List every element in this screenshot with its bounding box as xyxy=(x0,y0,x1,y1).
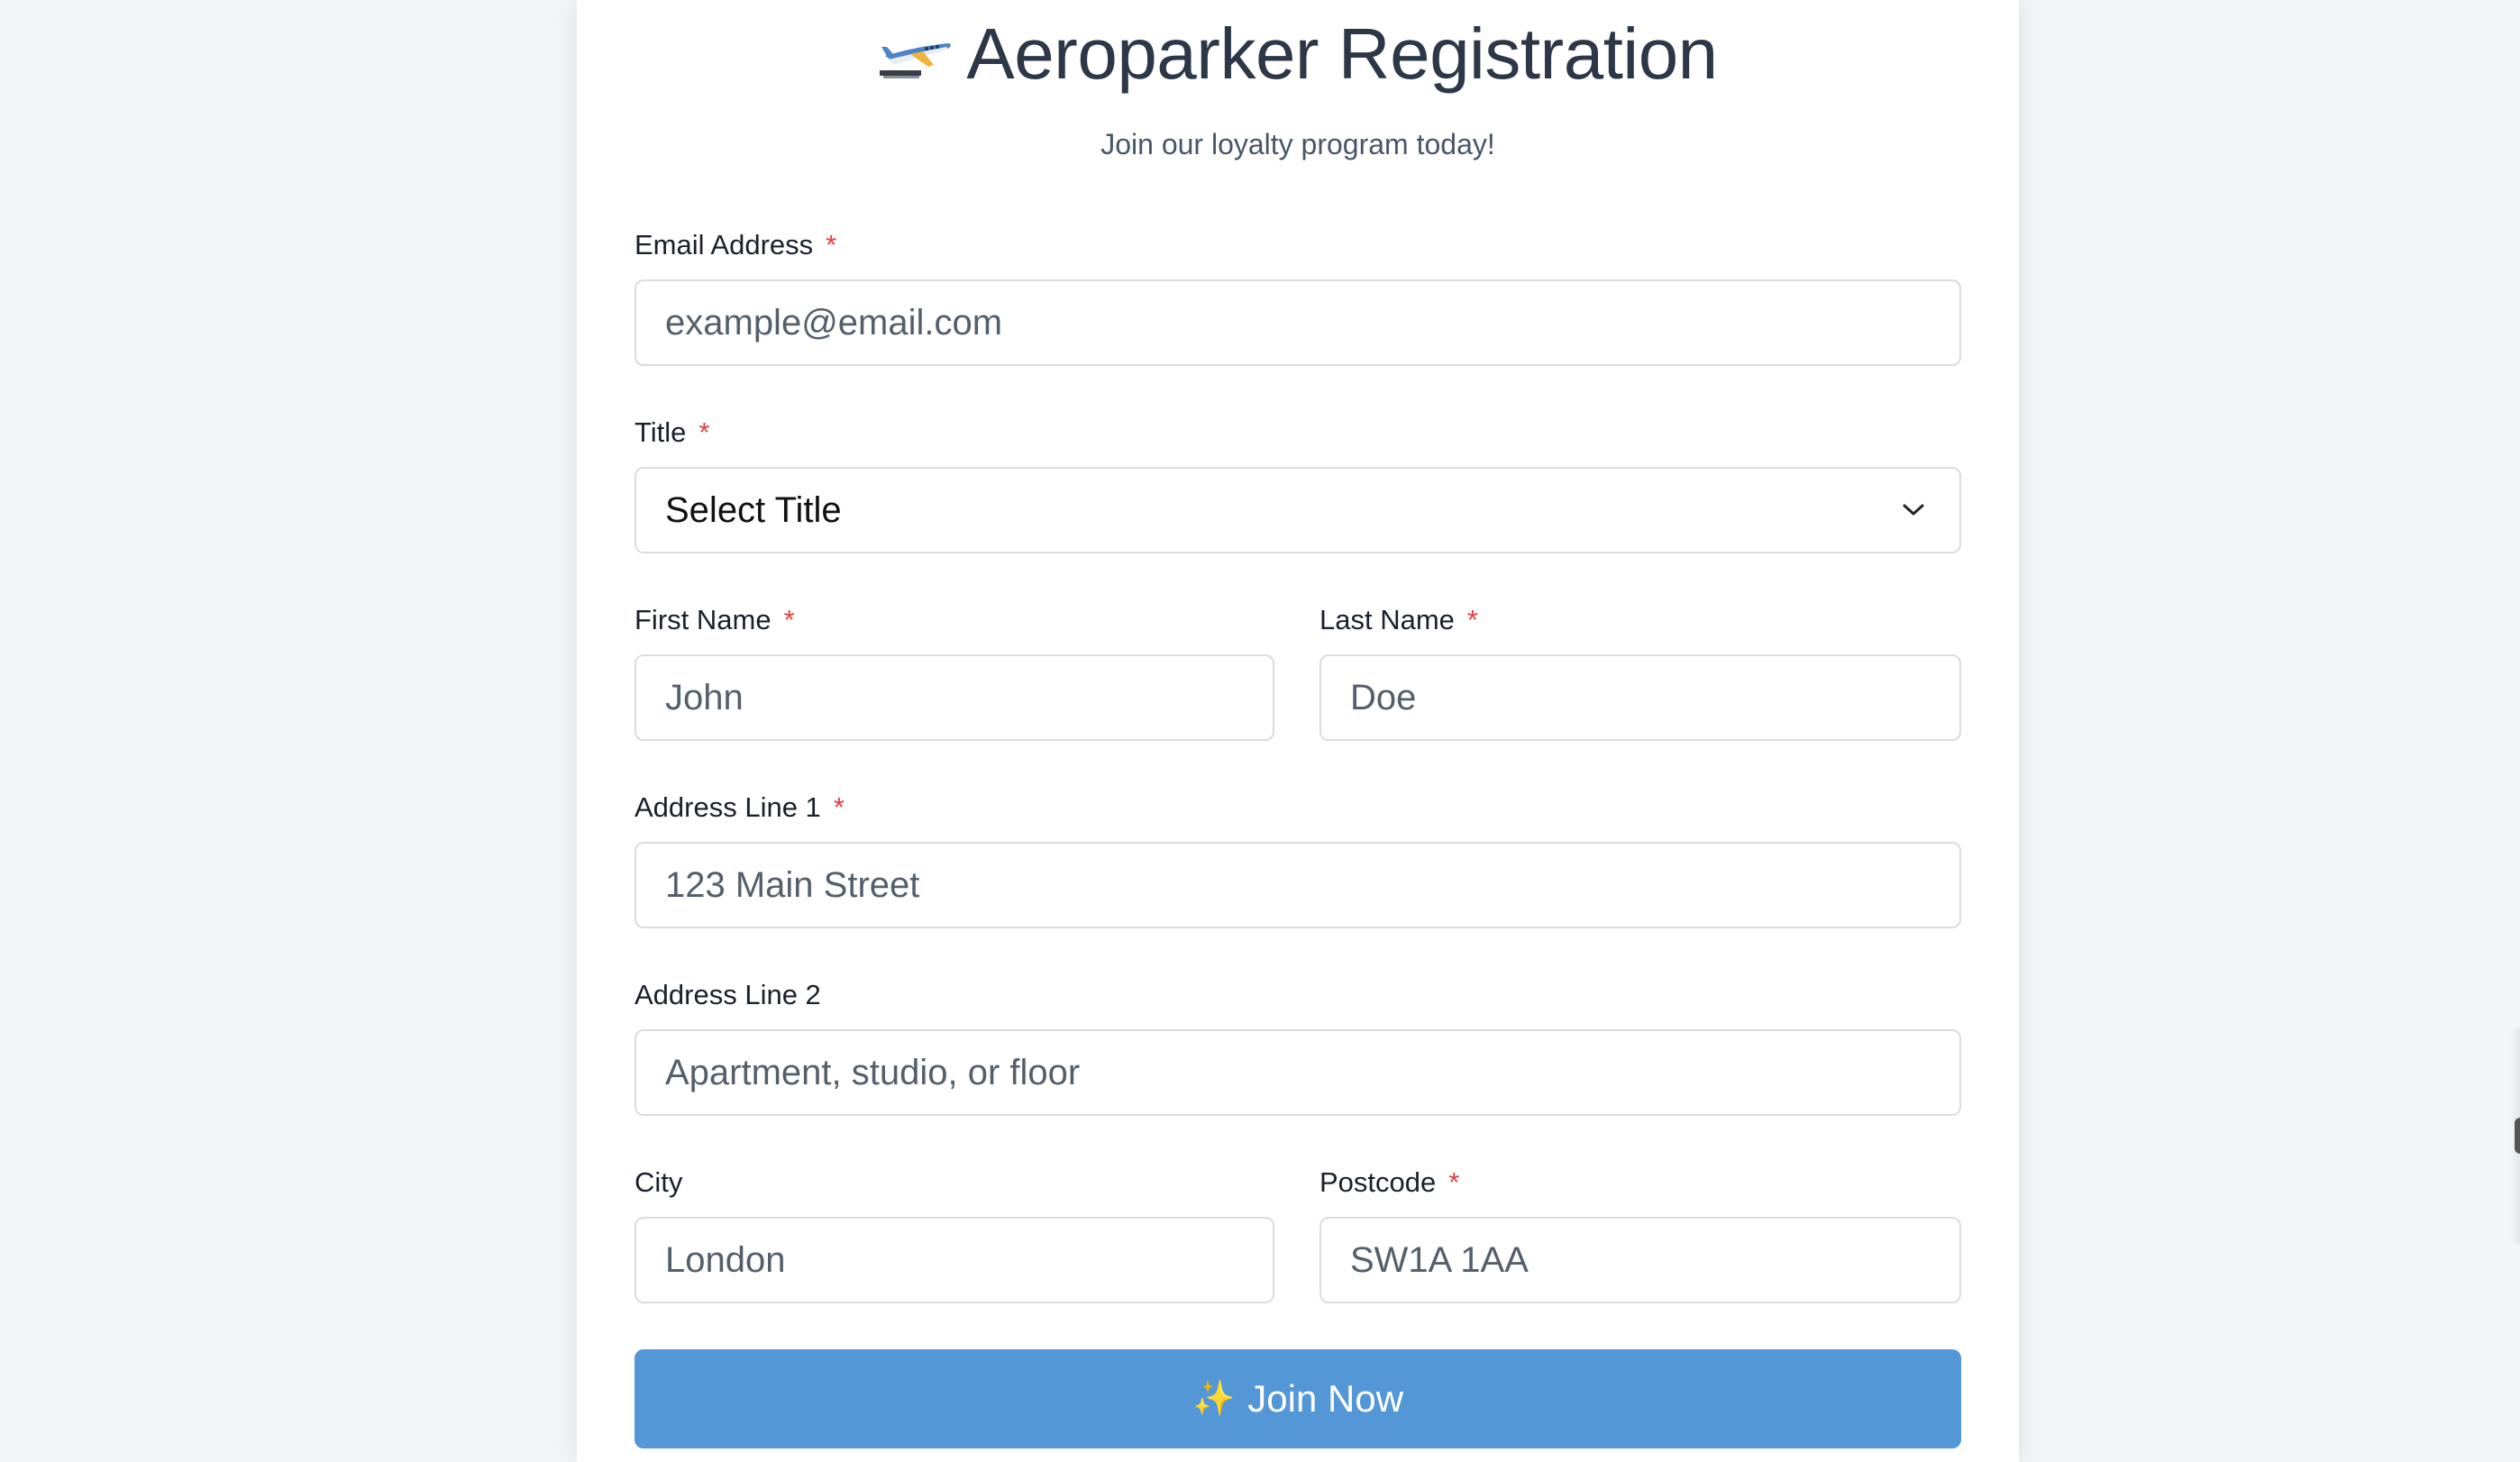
sparkles-icon: ✨ xyxy=(1192,1380,1236,1418)
side-panel-grip xyxy=(2515,1118,2520,1154)
page-title: Aeroparker Registration xyxy=(966,14,1718,94)
page-subtitle: Join our loyalty program today! xyxy=(1100,128,1495,160)
email-input[interactable] xyxy=(635,279,1961,366)
required-marker: * xyxy=(1448,1166,1460,1198)
address-line-2-field-group: Address Line 2 xyxy=(635,977,1961,1121)
first-name-field-group: First Name * xyxy=(635,602,1274,746)
city-label: City xyxy=(635,1165,1274,1201)
registration-card: Aeroparker Registration Join our loyalty… xyxy=(577,0,2019,1462)
title-label: Title * xyxy=(635,415,1961,451)
first-name-label: First Name * xyxy=(635,602,1274,638)
required-marker: * xyxy=(698,416,710,448)
postcode-label: Postcode * xyxy=(1319,1165,1961,1201)
email-label: Email Address * xyxy=(635,227,1961,263)
title-label-text: Title xyxy=(635,416,687,448)
email-label-text: Email Address xyxy=(635,229,814,260)
city-field-group: City xyxy=(635,1165,1274,1309)
address-line-2-label-text: Address Line 2 xyxy=(635,979,821,1010)
postcode-label-text: Postcode xyxy=(1319,1166,1437,1198)
page-header: Aeroparker Registration xyxy=(577,9,2019,99)
address-line-1-field-group: Address Line 1 * xyxy=(635,790,1961,934)
first-name-label-text: First Name xyxy=(635,604,772,635)
address-line-2-input[interactable] xyxy=(635,1029,1961,1116)
postcode-field-group: Postcode * xyxy=(1319,1165,1961,1309)
join-now-button[interactable]: ✨ Join Now xyxy=(635,1349,1961,1448)
last-name-label-text: Last Name xyxy=(1319,604,1455,635)
first-name-input[interactable] xyxy=(635,654,1274,741)
address-line-1-label-text: Address Line 1 xyxy=(635,791,821,823)
postcode-input[interactable] xyxy=(1319,1217,1961,1303)
last-name-input[interactable] xyxy=(1319,654,1961,741)
title-field-group: Title * Select Title xyxy=(635,415,1961,559)
required-marker: * xyxy=(826,229,837,260)
city-label-text: City xyxy=(635,1166,683,1198)
address-line-1-label: Address Line 1 * xyxy=(635,790,1961,826)
airplane-icon xyxy=(880,43,952,78)
required-marker: * xyxy=(1466,604,1478,635)
required-marker: * xyxy=(833,791,845,823)
required-marker: * xyxy=(783,604,795,635)
address-line-2-label: Address Line 2 xyxy=(635,977,1961,1013)
title-select-value: Select Title xyxy=(665,489,842,530)
email-field-group: Email Address * xyxy=(635,227,1961,371)
chevron-down-icon xyxy=(1903,504,1924,516)
city-input[interactable] xyxy=(635,1217,1274,1303)
last-name-label: Last Name * xyxy=(1319,602,1961,638)
last-name-field-group: Last Name * xyxy=(1319,602,1961,746)
address-line-1-input[interactable] xyxy=(635,842,1961,928)
title-select[interactable]: Select Title xyxy=(635,467,1961,553)
join-now-label: Join Now xyxy=(1247,1377,1404,1420)
